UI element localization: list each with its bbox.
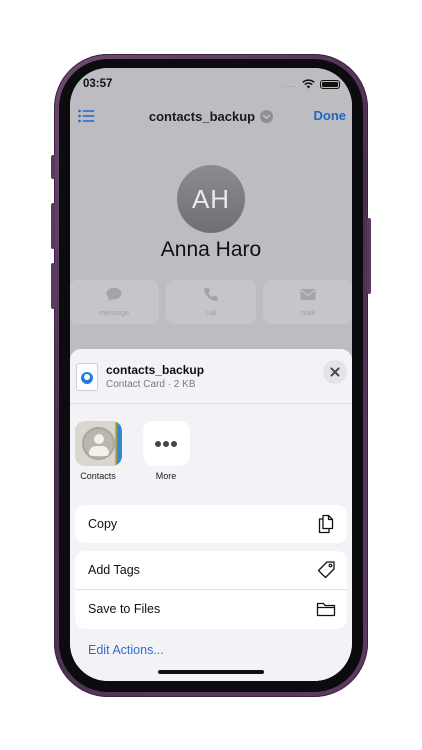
share-sheet-subtitle: Contact Card · 2 KB bbox=[106, 379, 196, 390]
save-to-files-label: Save to Files bbox=[88, 602, 161, 616]
call-label: call bbox=[205, 308, 217, 317]
mail-icon bbox=[300, 289, 316, 300]
contacts-app-icon bbox=[74, 421, 122, 466]
call-button[interactable]: call bbox=[166, 280, 256, 324]
message-button[interactable]: message bbox=[70, 280, 159, 324]
home-indicator[interactable] bbox=[158, 670, 264, 674]
contacts-app-button[interactable]: Contacts bbox=[70, 421, 128, 481]
more-apps-label: More bbox=[155, 471, 177, 481]
mail-label: mail bbox=[301, 308, 315, 317]
action-group-copy: Copy bbox=[75, 505, 347, 543]
tag-icon bbox=[317, 561, 335, 579]
wifi-icon bbox=[302, 79, 315, 89]
nav-title: contacts_backup bbox=[148, 109, 256, 124]
share-sheet-header: contacts_backup Contact Card · 2 KB bbox=[70, 349, 352, 404]
quick-actions: message call mail bbox=[70, 280, 352, 324]
copy-action[interactable]: Copy bbox=[75, 505, 347, 543]
copy-icon bbox=[318, 514, 334, 534]
nav-bar: contacts_backup Done bbox=[70, 106, 352, 128]
status-icons: .... bbox=[284, 79, 340, 89]
share-apps-row: Contacts More bbox=[70, 421, 352, 485]
copy-label: Copy bbox=[88, 517, 118, 531]
more-icon bbox=[142, 421, 190, 466]
edit-actions-link[interactable]: Edit Actions... bbox=[88, 643, 164, 657]
add-tags-action[interactable]: Add Tags bbox=[75, 551, 347, 590]
contacts-app-label: Contacts bbox=[80, 471, 116, 481]
status-bar: 03:57 .... bbox=[70, 68, 352, 102]
share-sheet-title: contacts_backup bbox=[106, 363, 205, 377]
message-icon bbox=[106, 287, 122, 301]
nav-title-button[interactable]: contacts_backup bbox=[70, 108, 352, 126]
action-group-files: Add Tags Save to Files bbox=[75, 551, 347, 629]
power-button bbox=[367, 218, 371, 294]
phone-icon bbox=[204, 288, 218, 302]
mail-button[interactable]: mail bbox=[263, 280, 352, 324]
volume-down-button bbox=[51, 263, 55, 309]
message-label: message bbox=[98, 308, 130, 317]
silent-switch bbox=[51, 155, 55, 179]
contact-name: Anna Haro bbox=[160, 238, 262, 261]
volume-up-button bbox=[51, 203, 55, 249]
close-icon[interactable] bbox=[323, 360, 347, 384]
contact-file-icon bbox=[76, 363, 98, 391]
status-time: 03:57 bbox=[83, 78, 113, 90]
share-sheet: contacts_backup Contact Card · 2 KB Cont… bbox=[70, 349, 352, 681]
done-button[interactable]: Done bbox=[314, 108, 347, 123]
save-to-files-action[interactable]: Save to Files bbox=[75, 590, 347, 629]
chevron-down-icon bbox=[260, 110, 274, 123]
signal-icon: .... bbox=[284, 79, 297, 89]
screen: 03:57 .... contacts_backup Done AH Anna … bbox=[70, 68, 352, 681]
add-tags-label: Add Tags bbox=[88, 563, 140, 577]
battery-icon bbox=[320, 79, 340, 89]
folder-icon bbox=[316, 602, 336, 617]
avatar: AH bbox=[177, 165, 245, 233]
more-apps-button[interactable]: More bbox=[136, 421, 196, 481]
